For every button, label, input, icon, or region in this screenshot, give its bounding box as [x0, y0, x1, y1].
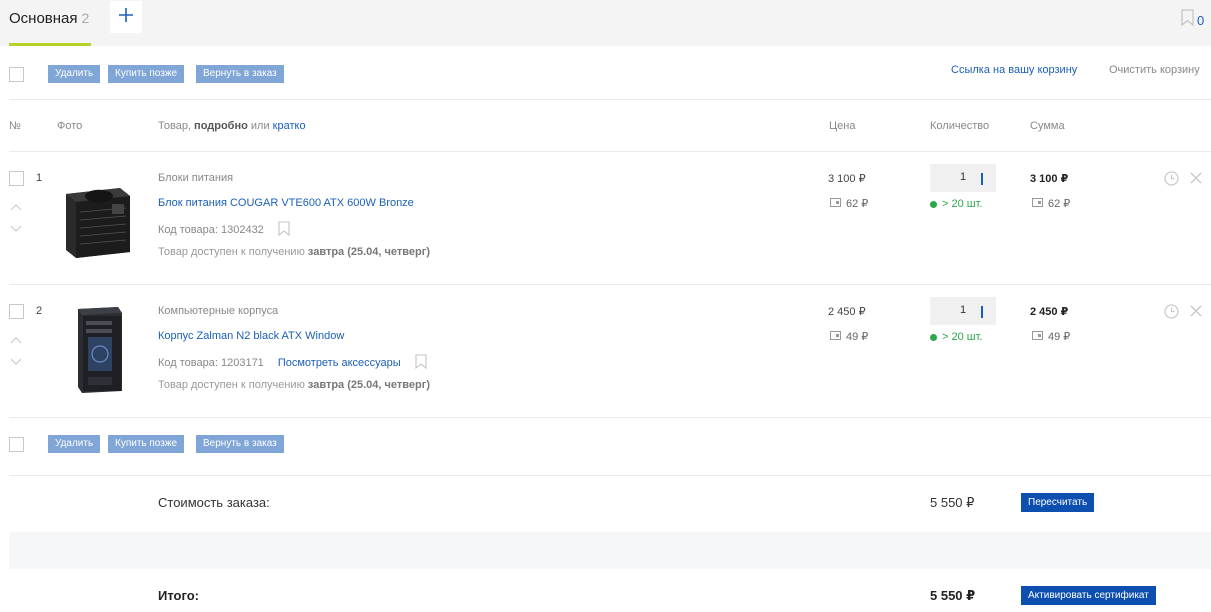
- order-cost-value: 5 550 ₽: [930, 495, 975, 510]
- tab-active-underline: [9, 43, 91, 46]
- clear-cart-link[interactable]: Очистить корзину: [1109, 64, 1200, 76]
- item-price: 2 450 ₽: [828, 306, 866, 318]
- product-name-link[interactable]: Корпус Zalman N2 black ATX Window: [158, 330, 344, 342]
- quantity-input[interactable]: 1: [930, 297, 996, 325]
- cart-row: 1 Блоки питания Блок питания COUGAR VTE6…: [0, 152, 1211, 285]
- grand-total-value: 5 550 ₽: [930, 588, 976, 603]
- product-category: Блоки питания: [158, 172, 234, 184]
- clock-icon[interactable]: [1164, 171, 1179, 191]
- row-checkbox[interactable]: [9, 304, 24, 319]
- move-up-icon[interactable]: [10, 198, 22, 216]
- stock-status: > 20 шт.: [930, 198, 982, 210]
- row-number: 2: [36, 305, 43, 317]
- product-code-line: Код товара: 1203171 Посмотреть аксессуар…: [158, 354, 427, 372]
- product-category: Компьютерные корпуса: [158, 305, 279, 317]
- plus-icon: [118, 7, 134, 28]
- bookmark-icon: [1181, 9, 1194, 31]
- text-caret: [981, 173, 983, 185]
- grand-total-label: Итого:: [158, 588, 199, 603]
- buy-later-button[interactable]: Купить позже: [108, 65, 185, 83]
- sum-bonus: 62 ₽: [1032, 197, 1070, 210]
- reorder-arrows: [10, 331, 22, 371]
- return-to-order-button[interactable]: Вернуть в заказ: [196, 435, 284, 453]
- activate-certificate-button[interactable]: Активировать сертификат: [1021, 586, 1156, 605]
- view-brief-toggle[interactable]: кратко: [273, 120, 306, 132]
- row-actions: [1164, 171, 1203, 191]
- quantity-input[interactable]: 1: [930, 164, 996, 192]
- close-icon[interactable]: [1189, 304, 1203, 324]
- quantity-value: 1: [960, 171, 967, 183]
- product-code: Код товара: 1302432: [158, 224, 264, 236]
- add-tab-button[interactable]: [110, 1, 142, 33]
- price-bonus: 62 ₽: [830, 197, 868, 210]
- reorder-arrows: [10, 198, 22, 238]
- return-to-order-button[interactable]: Вернуть в заказ: [196, 65, 284, 83]
- availability-date: завтра (25.04, четверг): [307, 246, 430, 258]
- row-actions: [1164, 304, 1203, 324]
- move-down-icon[interactable]: [10, 353, 22, 371]
- wallet-icon: [1032, 330, 1043, 343]
- wallet-icon: [830, 197, 841, 210]
- product-code: Код товара: 1203171: [158, 357, 264, 369]
- divider: [9, 475, 1211, 476]
- tab-main-cart[interactable]: Основная 2: [9, 0, 91, 46]
- cart-share-link[interactable]: Ссылка на вашу корзину: [951, 64, 1077, 76]
- column-header-sum: Сумма: [1030, 120, 1065, 132]
- divider: [9, 99, 1211, 100]
- favorites-count: 0: [1197, 12, 1205, 28]
- item-sum: 2 450 ₽: [1030, 306, 1069, 318]
- select-all-checkbox[interactable]: [9, 67, 24, 82]
- cart-row: 2 Компьютерные корпуса Корпус Zalman N2 …: [0, 285, 1211, 418]
- row-checkbox[interactable]: [9, 171, 24, 186]
- view-detailed-toggle[interactable]: подробно: [194, 120, 248, 132]
- row-number: 1: [36, 172, 43, 184]
- bookmark-icon[interactable]: [415, 354, 427, 372]
- tab-main-label: Основная 2: [9, 10, 90, 27]
- product-photo[interactable]: [62, 174, 134, 260]
- select-all-checkbox-bottom[interactable]: [9, 437, 24, 452]
- cart-tabs-bar: Основная 2 0: [0, 0, 1211, 46]
- column-header-quantity: Количество: [930, 120, 990, 132]
- product-photo[interactable]: [62, 307, 134, 393]
- tab-main-count: 2: [81, 10, 90, 26]
- text-caret: [981, 306, 983, 318]
- move-down-icon[interactable]: [10, 220, 22, 238]
- quantity-value: 1: [960, 304, 967, 316]
- product-code-line: Код товара: 1302432: [158, 221, 290, 239]
- stock-dot-icon: [930, 333, 937, 341]
- divider: [9, 417, 1211, 418]
- delete-selected-button[interactable]: Удалить: [48, 65, 101, 83]
- column-header-price: Цена: [829, 120, 856, 132]
- order-cost-label: Стоимость заказа:: [158, 495, 270, 510]
- stock-dot-icon: [930, 200, 937, 208]
- item-price: 3 100 ₽: [828, 173, 866, 185]
- wallet-icon: [1032, 197, 1043, 210]
- price-bonus: 49 ₽: [830, 330, 868, 343]
- column-header-product: Товар, подробно или кратко: [158, 120, 306, 132]
- stock-status: > 20 шт.: [930, 331, 982, 343]
- wallet-icon: [830, 330, 841, 343]
- summary-spacer: [9, 532, 1211, 569]
- close-icon[interactable]: [1189, 171, 1203, 191]
- column-header-num: №: [9, 120, 21, 132]
- product-name-link[interactable]: Блок питания COUGAR VTE600 ATX 600W Bron…: [158, 197, 414, 209]
- recalculate-button[interactable]: Пересчитать: [1021, 493, 1095, 512]
- availability-text: Товар доступен к получению завтра (25.04…: [158, 246, 430, 258]
- availability-text: Товар доступен к получению завтра (25.04…: [158, 379, 430, 391]
- column-header-photo: Фото: [57, 120, 83, 132]
- availability-date: завтра (25.04, четверг): [307, 379, 430, 391]
- item-sum: 3 100 ₽: [1030, 173, 1069, 185]
- delete-selected-button[interactable]: Удалить: [48, 435, 101, 453]
- view-accessories-link[interactable]: Посмотреть аксессуары: [278, 357, 401, 369]
- favorites-counter[interactable]: 0: [1181, 9, 1204, 31]
- clock-icon[interactable]: [1164, 304, 1179, 324]
- move-up-icon[interactable]: [10, 331, 22, 349]
- buy-later-button[interactable]: Купить позже: [108, 435, 185, 453]
- sum-bonus: 49 ₽: [1032, 330, 1070, 343]
- bookmark-icon[interactable]: [278, 221, 290, 239]
